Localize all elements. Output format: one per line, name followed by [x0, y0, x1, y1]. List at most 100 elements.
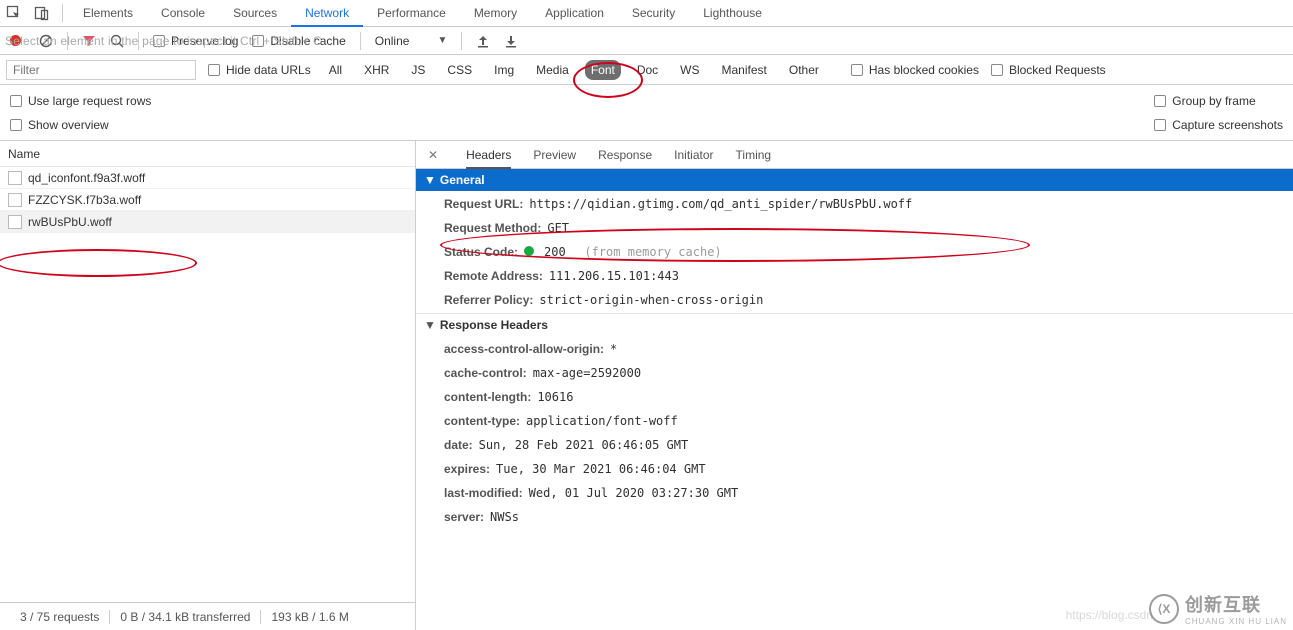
request-list: Name qd_iconfont.f9a3f.woff FZZCYSK.f7b3…: [0, 141, 416, 602]
tab-sources[interactable]: Sources: [219, 0, 291, 27]
request-url-value: https://qidian.gtimg.com/qd_anti_spider/…: [529, 197, 912, 211]
request-details: ✕ Headers Preview Response Initiator Tim…: [416, 141, 1293, 602]
request-name: FZZCYSK.f7b3a.woff: [28, 193, 141, 207]
network-status-bar: 3 / 75 requests 0 B / 34.1 kB transferre…: [0, 602, 416, 630]
filter-manifest[interactable]: Manifest: [716, 60, 773, 80]
request-url-key: Request URL:: [444, 197, 523, 211]
filter-font[interactable]: Font: [585, 60, 621, 80]
file-icon: [8, 171, 22, 185]
tab-performance[interactable]: Performance: [363, 0, 460, 27]
filter-doc[interactable]: Doc: [631, 60, 664, 80]
tab-lighthouse[interactable]: Lighthouse: [689, 0, 776, 27]
request-row[interactable]: qd_iconfont.f9a3f.woff: [0, 167, 415, 189]
show-overview-label: Show overview: [28, 118, 109, 132]
remote-address-value: 111.206.15.101:443: [549, 269, 679, 283]
filter-media[interactable]: Media: [530, 60, 575, 80]
filter-all[interactable]: All: [323, 60, 348, 80]
tab-elements[interactable]: Elements: [69, 0, 147, 27]
file-icon: [8, 215, 22, 229]
devtools-top-tabs: Elements Console Sources Network Perform…: [0, 0, 1293, 27]
filter-xhr[interactable]: XHR: [358, 60, 395, 80]
tab-preview[interactable]: Preview: [533, 141, 576, 169]
column-header-name[interactable]: Name: [0, 141, 415, 167]
tab-memory[interactable]: Memory: [460, 0, 531, 27]
section-response-label: Response Headers: [440, 318, 548, 332]
acao-key: access-control-allow-origin:: [444, 342, 604, 356]
last-modified-key: last-modified:: [444, 486, 523, 500]
acao-value: *: [610, 342, 617, 356]
content-type-value: application/font-woff: [526, 414, 678, 428]
filter-other[interactable]: Other: [783, 60, 825, 80]
section-general[interactable]: ▼General: [416, 169, 1293, 191]
inspect-hint: Select an element in the page to inspect…: [5, 34, 322, 48]
site-watermark: ⟨X 创新互联 CHUANG XIN HU LIAN: [1149, 591, 1287, 626]
last-modified-value: Wed, 01 Jul 2020 03:27:30 GMT: [529, 486, 739, 500]
upload-har-icon[interactable]: [476, 34, 490, 48]
filter-ws[interactable]: WS: [674, 60, 705, 80]
server-value: NWSs: [490, 510, 519, 524]
blocked-requests-checkbox[interactable]: Blocked Requests: [991, 63, 1106, 77]
tab-security[interactable]: Security: [618, 0, 689, 27]
tab-initiator[interactable]: Initiator: [674, 141, 713, 169]
has-blocked-cookies-label: Has blocked cookies: [869, 63, 979, 77]
server-key: server:: [444, 510, 484, 524]
cache-control-value: max-age=2592000: [533, 366, 641, 380]
detail-tabs: ✕ Headers Preview Response Initiator Tim…: [416, 141, 1293, 169]
status-code-value: 200: [544, 245, 566, 259]
download-har-icon[interactable]: [504, 34, 518, 48]
section-response-headers[interactable]: ▼ Response Headers: [416, 313, 1293, 336]
filter-css[interactable]: CSS: [441, 60, 478, 80]
content-type-key: content-type:: [444, 414, 520, 428]
tab-response[interactable]: Response: [598, 141, 652, 169]
request-name: rwBUsPbU.woff: [28, 215, 112, 229]
request-name: qd_iconfont.f9a3f.woff: [28, 171, 145, 185]
network-main: Name qd_iconfont.f9a3f.woff FZZCYSK.f7b3…: [0, 141, 1293, 602]
request-method-value: GET: [547, 221, 569, 235]
response-headers-block: access-control-allow-origin: * cache-cont…: [416, 336, 1293, 530]
group-by-frame-checkbox[interactable]: Group by frame: [1154, 94, 1283, 108]
request-row[interactable]: FZZCYSK.f7b3a.woff: [0, 189, 415, 211]
network-filter-bar: Hide data URLs All XHR JS CSS Img Media …: [0, 55, 1293, 85]
network-options: Use large request rows Show overview Gro…: [0, 85, 1293, 141]
throttling-select[interactable]: Online ▼: [375, 34, 448, 48]
has-blocked-cookies-checkbox[interactable]: Has blocked cookies: [851, 63, 979, 77]
section-general-label: General: [440, 173, 485, 187]
blocked-requests-label: Blocked Requests: [1009, 63, 1106, 77]
large-rows-label: Use large request rows: [28, 94, 151, 108]
triangle-down-icon: ▼: [424, 318, 436, 332]
tab-timing[interactable]: Timing: [736, 141, 772, 169]
expires-key: expires:: [444, 462, 490, 476]
request-row[interactable]: rwBUsPbU.woff: [0, 211, 415, 233]
inspect-icon[interactable]: [0, 5, 28, 21]
filter-img[interactable]: Img: [488, 60, 520, 80]
status-code-extra: (from memory cache): [584, 245, 721, 259]
filter-js[interactable]: JS: [405, 60, 431, 80]
watermark-zh: 创新互联: [1185, 591, 1287, 617]
close-details-icon[interactable]: ✕: [422, 148, 444, 162]
network-toolbar: Select an element in the page to inspect…: [0, 27, 1293, 55]
show-overview-checkbox[interactable]: Show overview: [10, 118, 151, 132]
date-key: date:: [444, 438, 473, 452]
content-length-key: content-length:: [444, 390, 531, 404]
cache-control-key: cache-control:: [444, 366, 527, 380]
content-length-value: 10616: [537, 390, 573, 404]
separator: [62, 4, 63, 22]
tab-network[interactable]: Network: [291, 0, 363, 27]
hide-data-urls-checkbox[interactable]: Hide data URLs: [208, 63, 311, 77]
device-toggle-icon[interactable]: [28, 5, 56, 21]
tab-application[interactable]: Application: [531, 0, 618, 27]
watermark-logo-icon: ⟨X: [1149, 594, 1179, 624]
large-rows-checkbox[interactable]: Use large request rows: [10, 94, 151, 108]
filter-input[interactable]: [6, 60, 196, 80]
capture-screenshots-label: Capture screenshots: [1172, 118, 1283, 132]
chevron-down-icon: ▼: [437, 35, 447, 46]
request-method-key: Request Method:: [444, 221, 541, 235]
expires-value: Tue, 30 Mar 2021 06:46:04 GMT: [496, 462, 706, 476]
tab-headers[interactable]: Headers: [466, 141, 511, 169]
throttling-value: Online: [375, 34, 410, 48]
status-resources: 193 kB / 1.6 M: [260, 610, 358, 624]
tab-console[interactable]: Console: [147, 0, 219, 27]
watermark-en: CHUANG XIN HU LIAN: [1185, 617, 1287, 626]
capture-screenshots-checkbox[interactable]: Capture screenshots: [1154, 118, 1283, 132]
hide-data-urls-label: Hide data URLs: [226, 63, 311, 77]
